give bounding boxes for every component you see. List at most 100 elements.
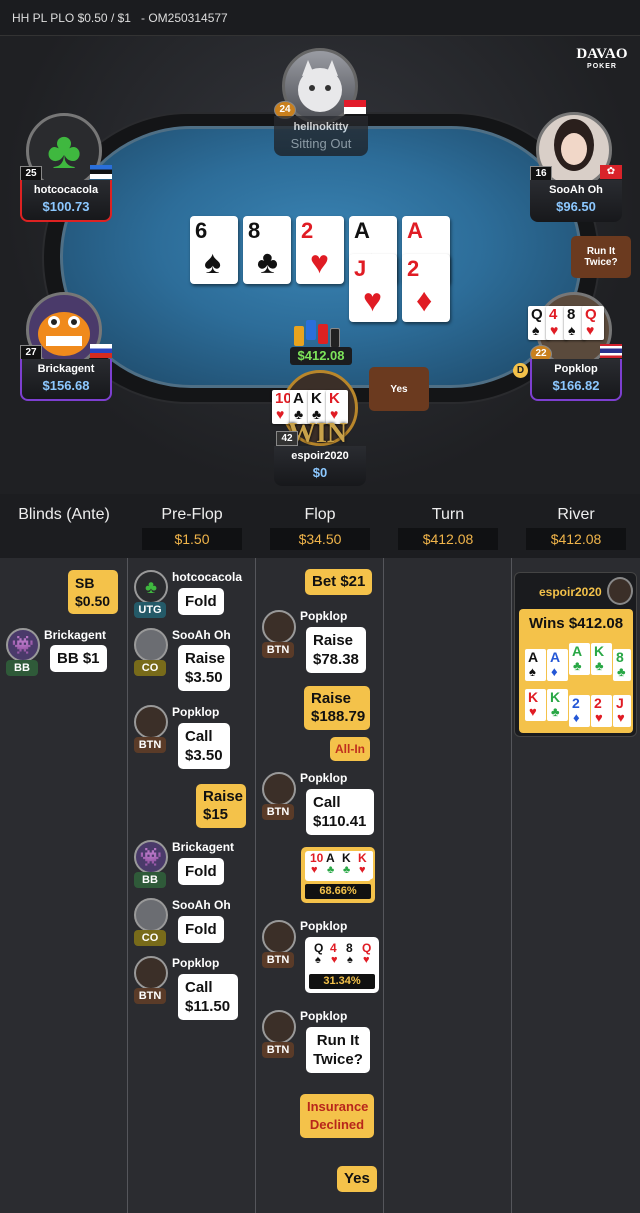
avatar — [607, 577, 633, 605]
level-badge: 27 — [20, 345, 42, 360]
position-badge: BB — [6, 660, 38, 676]
action-call: Call $11.50 — [178, 974, 238, 1020]
sb-post: SB $0.50 — [68, 570, 118, 614]
avatar — [134, 628, 168, 662]
action-call: Call $110.41 — [306, 789, 374, 835]
hero-raise: Raise $188.79 — [304, 686, 370, 730]
game-title: HH PL PLO $0.50 / $1 — [12, 11, 131, 25]
board-card: 2 ♦ — [402, 254, 450, 322]
hero-yes: Yes — [337, 1166, 377, 1192]
insurance-declined: Insurance Declined — [300, 1094, 374, 1138]
action-raise: Raise $78.38 — [306, 627, 366, 673]
player-stack: $100.73 — [42, 199, 90, 214]
hero-equity: 10 ♥ A ♣ K ♣ K ♥ 68.66% — [301, 847, 375, 903]
avatar — [262, 1010, 296, 1044]
board-card: J ♥ — [349, 254, 397, 322]
board-card: 6 ♠ — [190, 216, 238, 284]
hero-bet: Bet $21 — [305, 569, 373, 595]
flag-icon — [90, 165, 112, 179]
player-name: hotcocacola — [33, 184, 99, 196]
player-name: Popklop — [172, 956, 220, 970]
all-in-badge: All-In — [330, 737, 370, 761]
position-badge: BB — [134, 872, 166, 888]
level-badge: 42 — [276, 431, 298, 446]
person-avatar-icon — [554, 119, 594, 171]
player-name: hotcocacola — [172, 570, 243, 584]
avatar: ♣ — [134, 570, 168, 604]
seat-sooah-namebox: SooAh Oh $96.50 — [530, 180, 622, 222]
hand-id: - OM250314577 — [140, 11, 228, 25]
avatar: 👾 — [6, 628, 40, 662]
avatar — [134, 898, 168, 932]
player-name: Brickagent — [37, 363, 95, 375]
seat-espoir-namebox: espoir2020 $0 — [274, 446, 366, 486]
player-name: SooAh Oh — [172, 628, 231, 642]
board-card: 8 ♣ — [243, 216, 291, 284]
flag-icon — [600, 344, 622, 358]
clover-icon: ♣ — [46, 122, 82, 180]
col-turn: Turn $412.08 — [384, 494, 512, 558]
seat-hotcocacola-namebox: hotcocacola $100.73 — [20, 180, 112, 222]
community-board: 6♠ 8♣ 2♥ A♠ A♥ J♥ 2♦ — [190, 216, 452, 326]
hero-raise: Raise $15 — [196, 784, 246, 828]
run-it-twice-bubble: Run It Twice? — [571, 236, 631, 278]
pot-amount: $412.08 — [290, 347, 352, 365]
brand-logo: DAVAO POKER — [572, 46, 632, 70]
board-card: 2 ♥ — [296, 216, 344, 284]
winner-box: espoir2020 Wins $412.08 A ♠ A ♦ A ♣ K ♣ 8 ♣ K… — [514, 572, 637, 737]
col-blinds: Blinds (Ante) — [0, 494, 128, 558]
position-badge: BTN — [262, 1042, 294, 1058]
action-raise: Raise $3.50 — [178, 645, 230, 691]
player-name: Popklop — [300, 1009, 348, 1023]
player-name: espoir2020 — [291, 450, 349, 462]
player-name: hellnokitty — [293, 121, 349, 133]
seat-popklop-namebox: Popklop $166.82 — [530, 359, 622, 401]
player-name: Popklop — [554, 363, 598, 375]
position-badge: CO — [134, 660, 166, 676]
action-call: Call $3.50 — [178, 723, 230, 769]
yes-bubble: Yes — [369, 367, 429, 411]
cat-avatar-icon — [298, 60, 342, 112]
seat-status: Sitting Out — [290, 136, 352, 151]
position-badge: BTN — [134, 737, 166, 753]
position-badge: BTN — [134, 988, 166, 1004]
player-name: Popklop — [172, 705, 220, 719]
player-name: Brickagent — [44, 628, 107, 642]
seat-hellnokitty-namebox: hellnokitty Sitting Out — [274, 116, 368, 156]
level-badge: 16 — [530, 166, 552, 181]
flag-icon: ✿ — [600, 165, 622, 179]
top-bar: HH PL PLO $0.50 / $1 - OM250314577 — [0, 0, 640, 36]
flag-icon — [90, 344, 112, 358]
brand-name: DAVAO — [576, 46, 628, 62]
avatar — [262, 920, 296, 954]
dealer-button-icon: D — [513, 363, 528, 378]
col-preflop: Pre-Flop $1.50 — [128, 494, 256, 558]
equity-percent: 68.66% — [305, 884, 371, 899]
equity-percent: 31.34% — [309, 974, 375, 989]
avatar — [134, 705, 168, 739]
player-name: espoir2020 — [539, 585, 602, 599]
avatar — [134, 956, 168, 990]
avatar: 👾 — [134, 840, 168, 874]
action-fold: Fold — [178, 588, 224, 615]
position-badge: BTN — [262, 804, 294, 820]
chip-stack-icon — [292, 318, 352, 348]
player-name: Popklop — [300, 919, 348, 933]
col-flop: Flop $34.50 — [256, 494, 384, 558]
seat-brickagent-namebox: Brickagent $156.68 — [20, 359, 112, 401]
hand-history: Blinds (Ante) Pre-Flop $1.50 Flop $34.50 T… — [0, 494, 640, 1213]
col-river: River $412.08 — [512, 494, 640, 558]
level-badge: 25 — [20, 166, 42, 181]
player-name: SooAh Oh — [549, 184, 603, 196]
avatar — [262, 772, 296, 806]
bb-post: BB $1 — [50, 645, 107, 672]
player-stack: $96.50 — [556, 199, 596, 214]
position-badge: UTG — [134, 602, 166, 618]
position-badge: BTN — [262, 642, 294, 658]
action-fold: Fold — [178, 858, 224, 885]
position-badge: CO — [134, 930, 166, 946]
brand-sub: POKER — [587, 63, 617, 70]
position-badge: BTN — [262, 952, 294, 968]
player-name: Brickagent — [172, 840, 235, 854]
villain-equity: Q ♠ 4 ♥ 8 ♠ Q ♥ 31.34% — [305, 937, 379, 993]
